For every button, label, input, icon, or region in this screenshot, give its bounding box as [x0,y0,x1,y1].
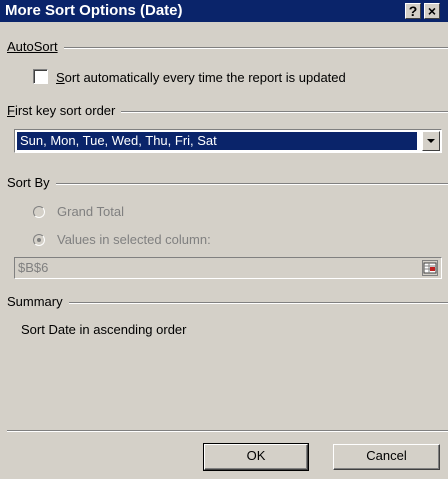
title-bar[interactable]: More Sort Options (Date) ? × [0,0,448,22]
first-key-group: First key sort order [7,103,448,119]
help-button[interactable]: ? [405,3,421,19]
first-key-selected-value: Sun, Mon, Tue, Wed, Thu, Fri, Sat [17,132,417,150]
values-in-column-radio[interactable] [33,234,45,246]
column-reference-field[interactable]: $B$6 [14,257,442,279]
group-divider [7,302,448,304]
more-sort-options-dialog: More Sort Options (Date) ? × AutoSort So… [0,0,448,479]
sort-by-group-label: Sort By [7,175,56,190]
grand-total-label[interactable]: Grand Total [57,204,124,219]
sort-automatically-label[interactable]: Sort automatically every time the report… [56,70,346,85]
collapse-dialog-icon[interactable] [422,260,438,276]
autosort-group: AutoSort [7,39,448,55]
chevron-down-icon [427,139,435,143]
column-reference-value: $B$6 [18,260,49,275]
help-icon: ? [408,3,418,19]
sort-by-group: Sort By [7,175,448,191]
values-in-column-label[interactable]: Values in selected column: [57,232,211,247]
button-separator [7,430,448,432]
dropdown-button[interactable] [422,131,440,151]
cancel-button[interactable]: Cancel [333,444,440,470]
close-button[interactable]: × [424,3,440,19]
group-divider [7,183,448,185]
summary-group-label: Summary [7,294,69,309]
ok-button[interactable]: OK [203,443,309,471]
group-divider [7,47,448,49]
first-key-group-label: First key sort order [7,103,122,118]
summary-text: Sort Date in ascending order [21,322,187,337]
first-key-sort-order-dropdown[interactable]: Sun, Mon, Tue, Wed, Thu, Fri, Sat [14,129,442,153]
dialog-title: More Sort Options (Date) [5,2,183,19]
summary-group: Summary [7,294,448,310]
close-icon: × [427,3,437,19]
sort-automatically-checkbox[interactable] [33,69,48,84]
grand-total-radio[interactable] [33,206,45,218]
radio-selected-dot [37,238,41,242]
autosort-group-label: AutoSort [7,39,64,54]
